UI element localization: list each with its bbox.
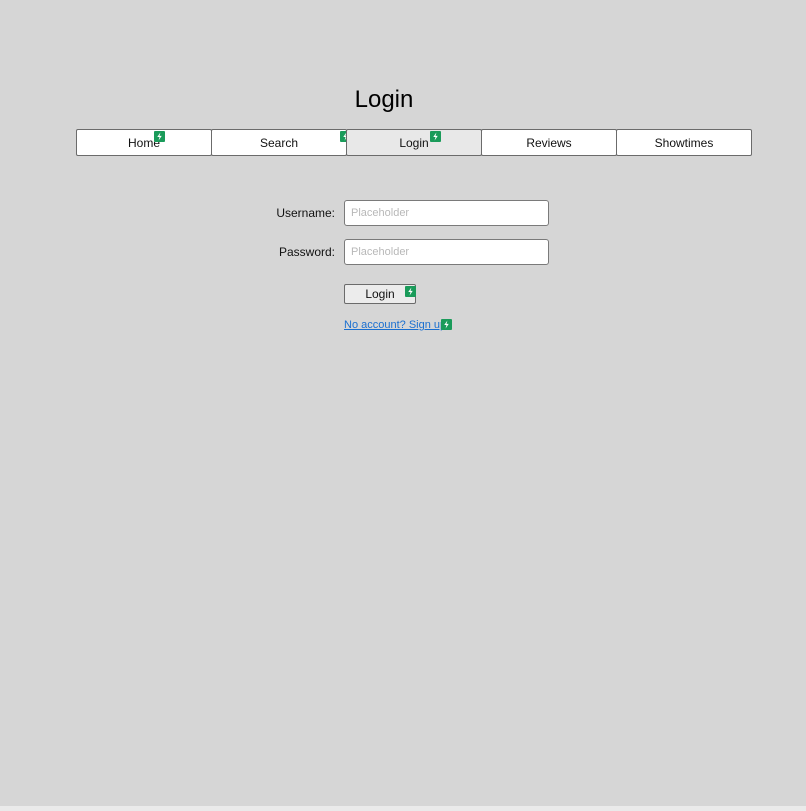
tab-reviews[interactable]: Reviews	[481, 129, 617, 156]
login-button-label: Login	[365, 287, 395, 301]
password-label: Password:	[278, 245, 335, 259]
nav-bar: Home Search Login Reviews Showtimes	[76, 129, 752, 156]
tab-showtimes-label: Showtimes	[654, 135, 714, 150]
tab-login[interactable]: Login	[346, 129, 482, 156]
lightning-bolt-icon	[441, 319, 452, 330]
lightning-bolt-icon	[405, 286, 416, 297]
tab-login-label: Login	[399, 135, 429, 150]
username-field[interactable]	[344, 200, 549, 226]
signup-link[interactable]: No account? Sign up	[344, 319, 452, 333]
username-label: Username:	[276, 206, 335, 220]
tab-home[interactable]: Home	[76, 129, 212, 156]
login-button[interactable]: Login	[344, 284, 416, 304]
lightning-bolt-icon	[154, 131, 165, 142]
lightning-bolt-icon	[430, 131, 441, 142]
tab-reviews-label: Reviews	[526, 135, 572, 150]
password-field[interactable]	[344, 239, 549, 265]
tab-search-label: Search	[259, 135, 299, 150]
page-title: Login	[354, 86, 414, 113]
tab-showtimes[interactable]: Showtimes	[616, 129, 752, 156]
bottom-edge	[0, 806, 806, 811]
tab-search[interactable]: Search	[211, 129, 351, 156]
